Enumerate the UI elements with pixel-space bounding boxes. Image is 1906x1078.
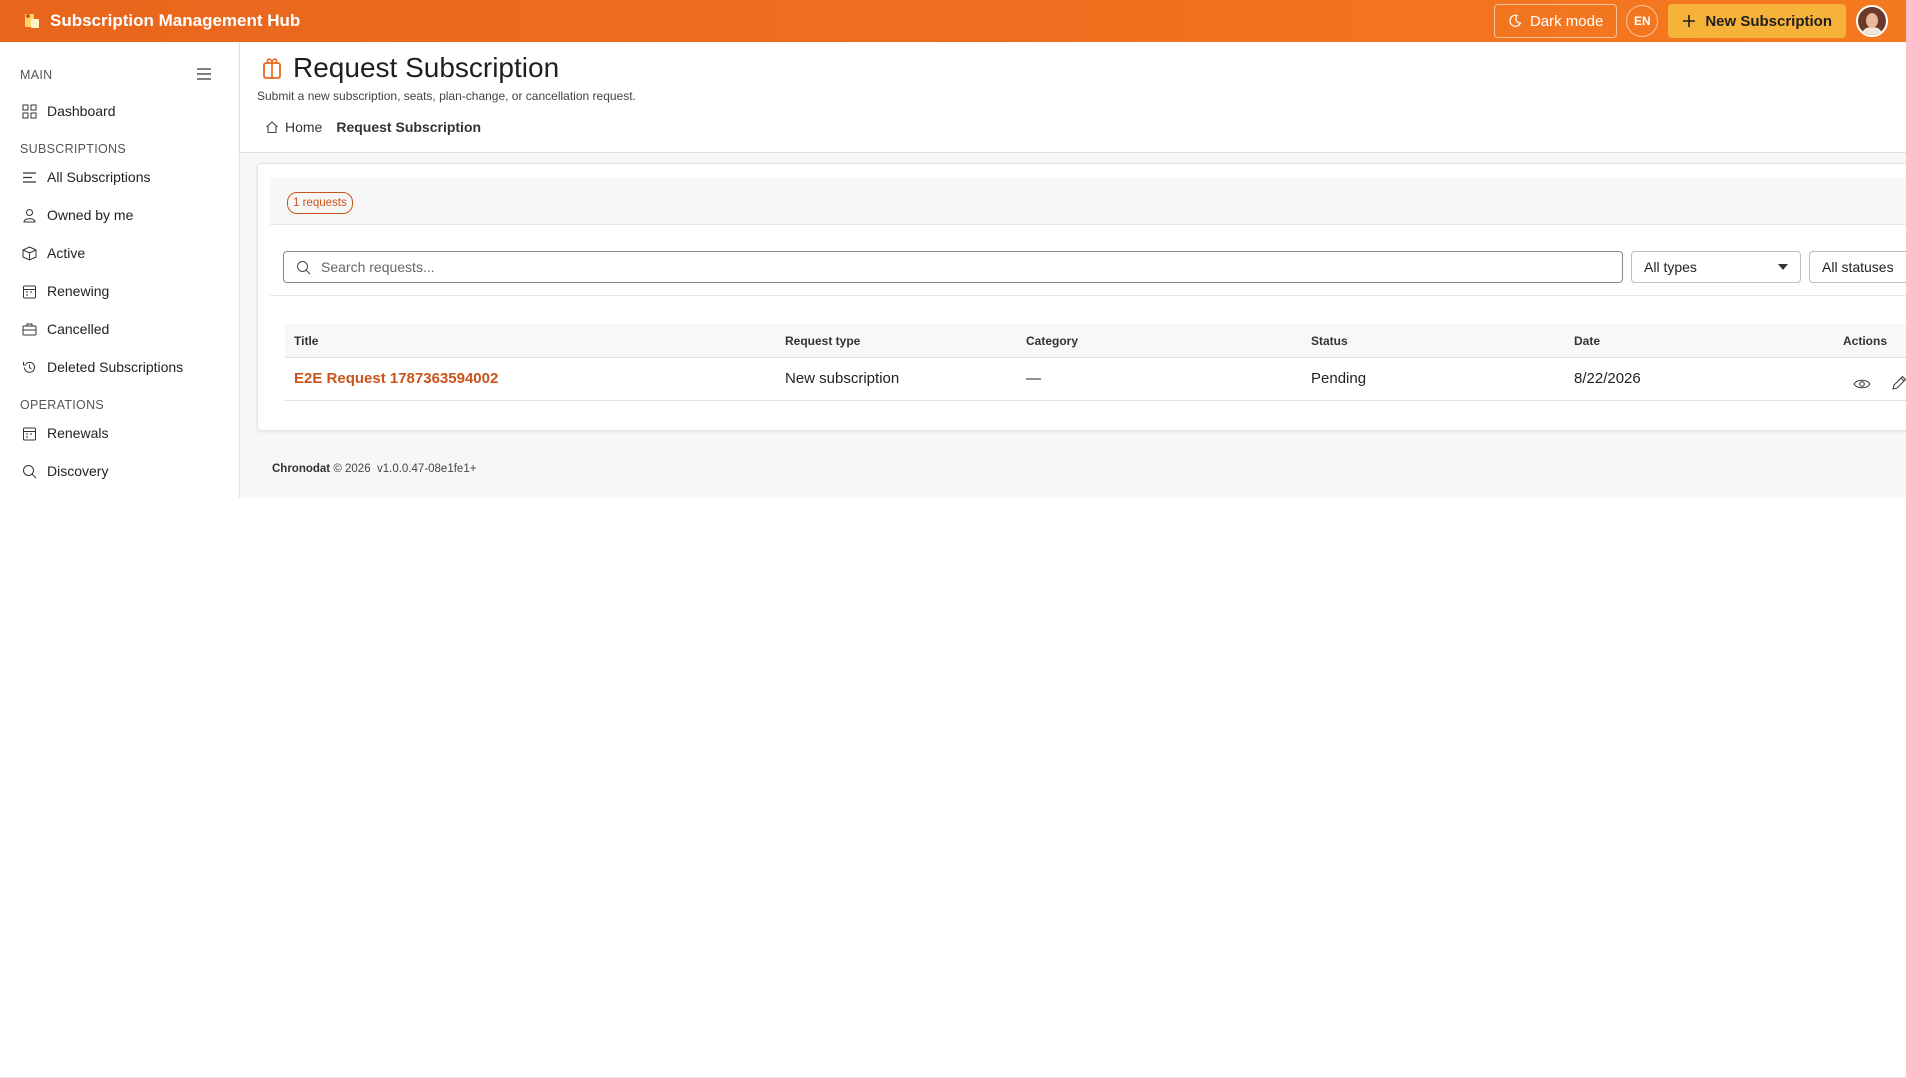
box-icon xyxy=(22,245,37,261)
sidebar-item-owned-by-me[interactable]: Owned by me xyxy=(22,207,133,223)
plus-icon xyxy=(1683,15,1696,27)
column-header-status: Status xyxy=(1311,334,1348,348)
sidebar-item-label: Renewing xyxy=(47,283,110,299)
language-label: EN xyxy=(1633,14,1651,28)
breadcrumb: Home Request Subscription xyxy=(265,119,481,135)
footer: Chronodat © 2026 v1.0.0.47-08e1fe1+ xyxy=(272,463,476,475)
sidebar-item-renewals[interactable]: Renewals xyxy=(22,425,108,441)
sidebar-section-subscriptions: SUBSCRIPTIONS xyxy=(20,142,126,156)
breadcrumb-home-label: Home xyxy=(285,119,323,135)
status-filter-select[interactable]: All statuses xyxy=(1809,251,1906,283)
column-header-actions: Actions xyxy=(1843,334,1888,348)
sidebar-item-renewing[interactable]: Renewing xyxy=(22,283,109,299)
type-filter-select[interactable]: All types xyxy=(1631,251,1801,283)
sidebar-item-cancelled[interactable]: Cancelled xyxy=(22,321,109,337)
new-subscription-button[interactable]: New Subscription xyxy=(1668,4,1846,38)
column-header-title: Title xyxy=(294,334,319,348)
footer-version: v1.0.0.47-08e1fe1+ xyxy=(377,463,477,475)
search-icon xyxy=(23,464,37,478)
request-status-cell: Pending xyxy=(1311,370,1367,387)
edit-pencil-icon[interactable] xyxy=(1891,375,1906,391)
sidebar-item-label: Owned by me xyxy=(47,207,134,223)
type-filter-value: All types xyxy=(1644,259,1697,275)
sidebar-item-dashboard[interactable]: Dashboard xyxy=(22,103,116,119)
calendar-icon xyxy=(23,427,36,440)
page-header: Request Subscription Submit a new subscr… xyxy=(240,42,1906,153)
request-type-cell: New subscription xyxy=(785,370,900,387)
briefcase-icon xyxy=(22,323,37,335)
moon-icon xyxy=(1509,14,1522,27)
request-category-cell: — xyxy=(1026,370,1041,387)
language-switcher[interactable]: EN xyxy=(1626,5,1659,37)
sidebar-item-label: Discovery xyxy=(47,463,109,479)
dark-mode-label: Dark mode xyxy=(1529,12,1604,30)
sidebar-item-deleted-subscriptions[interactable]: Deleted Subscriptions xyxy=(22,359,183,375)
footer-copyright: © 2026 xyxy=(333,463,371,475)
sidebar-item-label: All Subscriptions xyxy=(47,169,151,185)
request-count-badge: 1 requests xyxy=(287,192,353,214)
brand[interactable]: Subscription Management Hub xyxy=(22,11,300,31)
breadcrumb-current: Request Subscription xyxy=(336,119,482,135)
search-input[interactable] xyxy=(319,258,1603,276)
new-subscription-label: New Subscription xyxy=(1705,12,1832,30)
sidebar: MAIN Dashboard SUBSCRIPTIONS All Subscri… xyxy=(0,42,240,498)
sidebar-item-label: Active xyxy=(47,245,86,261)
chevron-down-icon xyxy=(1778,264,1788,270)
column-header-category: Category xyxy=(1026,334,1079,348)
column-header-request-type: Request type xyxy=(785,334,861,348)
breadcrumb-home[interactable]: Home xyxy=(265,119,322,135)
search-icon xyxy=(297,260,311,274)
column-header-date: Date xyxy=(1574,334,1601,348)
hamburger-menu-icon[interactable] xyxy=(196,67,212,81)
calendar-icon xyxy=(23,285,36,298)
app-logo-icon xyxy=(25,14,39,28)
requests-card: 1 requests All types All statuses Title … xyxy=(257,163,1906,431)
search-requests-field[interactable] xyxy=(283,251,1623,283)
list-icon xyxy=(23,171,36,183)
table-header xyxy=(285,324,1906,358)
status-filter-value: All statuses xyxy=(1822,259,1894,275)
sidebar-item-label: Deleted Subscriptions xyxy=(47,359,184,375)
sidebar-item-discovery[interactable]: Discovery xyxy=(22,463,108,479)
grid-icon xyxy=(22,104,37,118)
sidebar-section-main: MAIN xyxy=(20,68,53,82)
history-icon xyxy=(23,361,35,373)
page-title: Request Subscription xyxy=(293,52,560,83)
sidebar-item-label: Dashboard xyxy=(47,103,116,119)
home-icon xyxy=(266,121,278,134)
sidebar-section-operations: OPERATIONS xyxy=(20,398,105,412)
dark-mode-button[interactable]: Dark mode xyxy=(1493,4,1618,38)
gift-box-icon xyxy=(263,58,281,79)
card-header xyxy=(270,178,1906,225)
request-title-link[interactable]: E2E Request 1787363594002 xyxy=(294,370,498,387)
page-subtitle: Submit a new subscription, seats, plan-c… xyxy=(257,89,636,103)
divider xyxy=(270,295,1906,296)
request-date-cell: 8/22/2026 xyxy=(1574,370,1641,387)
top-bar: Subscription Management Hub Dark mode EN… xyxy=(0,0,1906,42)
sidebar-item-all-subscriptions[interactable]: All Subscriptions xyxy=(22,169,151,185)
app-title: Subscription Management Hub xyxy=(50,11,301,30)
user-avatar[interactable] xyxy=(1856,5,1888,37)
view-eye-icon[interactable] xyxy=(1853,378,1871,390)
sidebar-item-label: Cancelled xyxy=(47,321,110,337)
sidebar-item-label: Renewals xyxy=(47,425,109,441)
sidebar-item-active[interactable]: Active xyxy=(22,245,85,261)
person-icon xyxy=(23,208,36,222)
footer-brand: Chronodat xyxy=(272,463,331,475)
table-row-divider xyxy=(285,400,1906,401)
